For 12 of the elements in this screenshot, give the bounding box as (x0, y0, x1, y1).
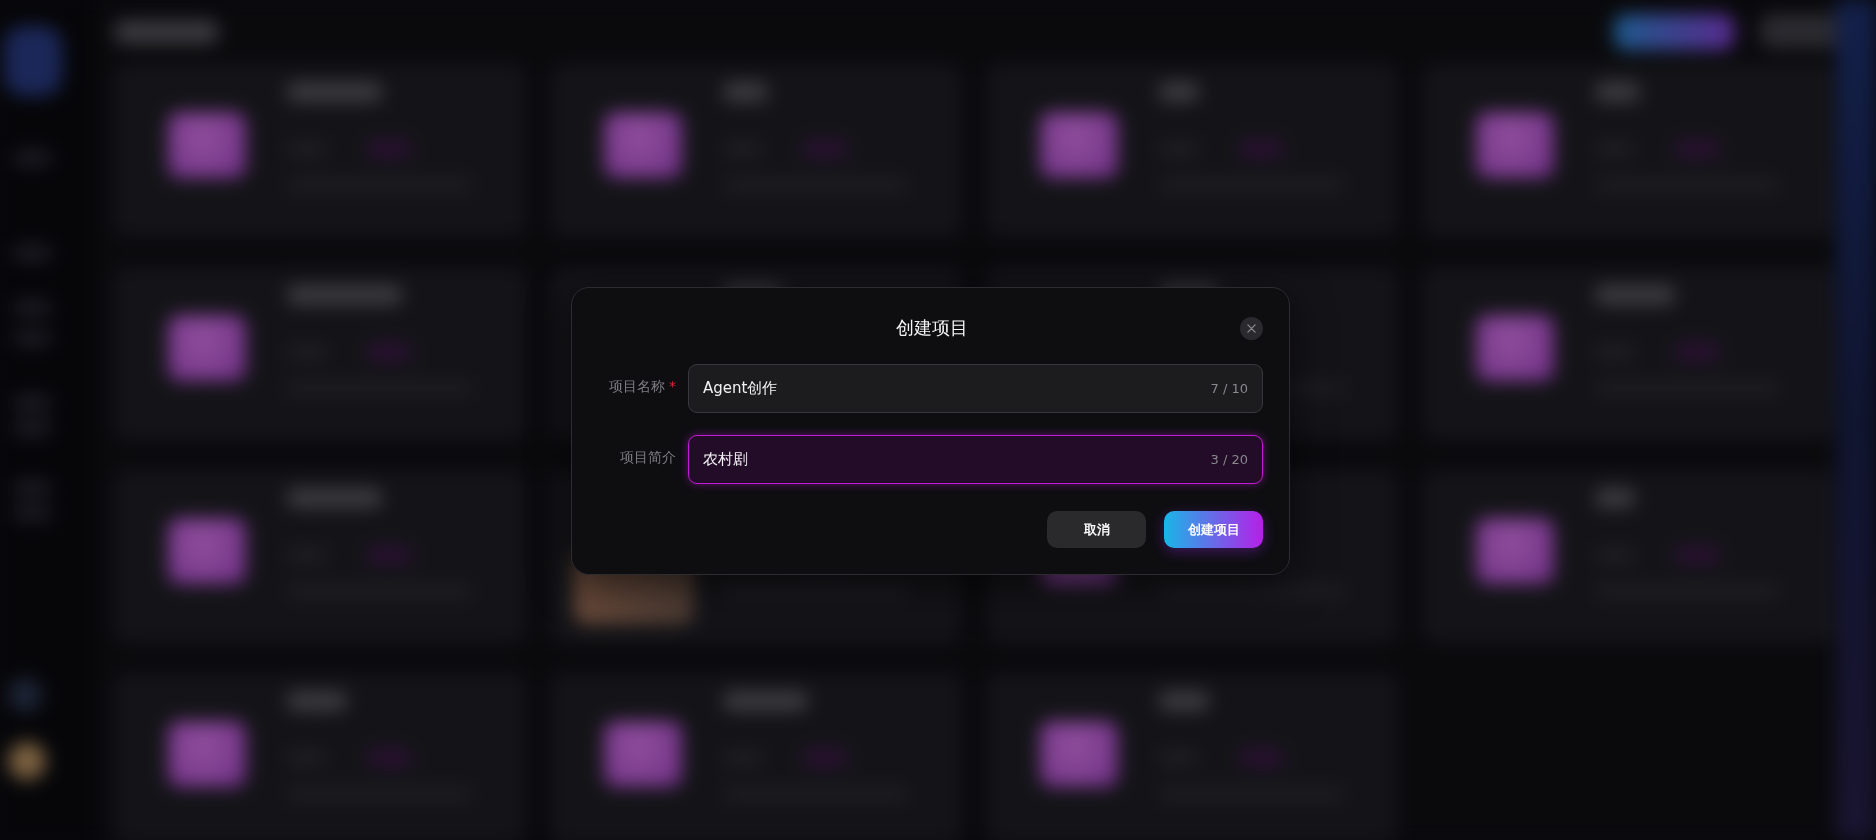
cancel-button[interactable]: 取消 (1047, 511, 1146, 548)
close-icon (1247, 323, 1256, 333)
character-count: 7 / 10 (1210, 381, 1248, 396)
text-field[interactable]: 农村剧 3 / 20 (688, 435, 1263, 484)
field-label: 项目简介 (620, 448, 676, 467)
required-asterisk: * (669, 377, 676, 396)
create-project-button[interactable]: 创建项目 (1164, 511, 1263, 548)
close-button[interactable] (1240, 316, 1263, 340)
field-label: 项目名称 (609, 377, 665, 396)
text-field[interactable]: Agent创作 7 / 10 (688, 364, 1263, 413)
dialog-title: 创建项目 (895, 316, 968, 340)
character-count: 3 / 20 (1210, 452, 1248, 467)
